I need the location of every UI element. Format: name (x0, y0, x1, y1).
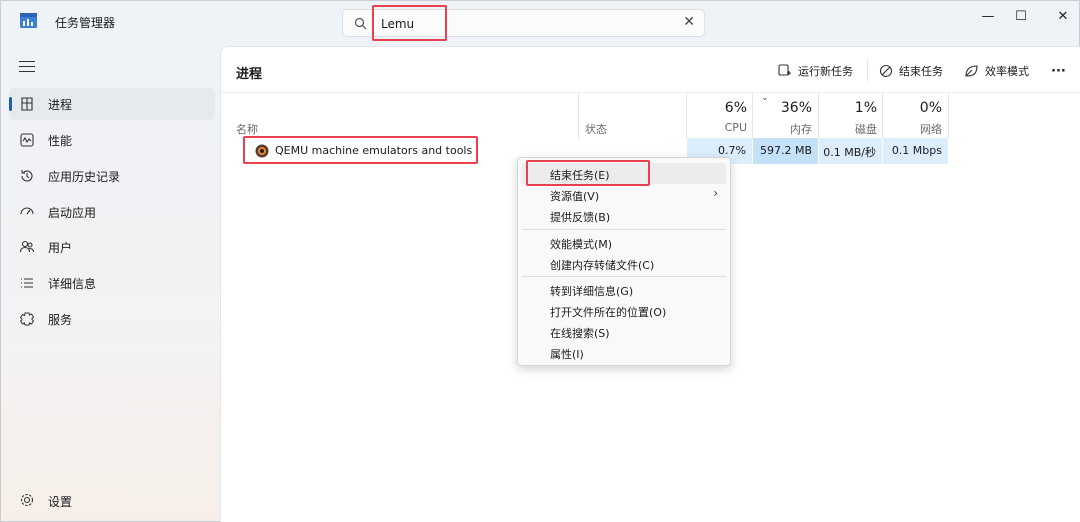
toolbar-divider (867, 59, 868, 81)
end-task-button[interactable]: 结束任务 (879, 61, 943, 81)
details-icon (21, 278, 33, 288)
sidebar-item-label: 用户 (48, 241, 73, 255)
search-input[interactable] (381, 14, 641, 34)
network-cell: 0.1 Mbps (883, 138, 948, 164)
menu-item-open-file-location[interactable]: 打开文件所在的位置(O) (522, 300, 726, 321)
menu-item-search-online[interactable]: 在线搜索(S) (522, 321, 726, 342)
sidebar-item-app-history[interactable]: 应用历史记录 (9, 160, 215, 192)
gear-icon (20, 493, 34, 507)
menu-item-create-dump[interactable]: 创建内存转储文件(C) (522, 253, 726, 274)
process-name: QEMU machine emulators and tools (275, 144, 473, 157)
services-icon (19, 312, 35, 326)
column-header-cpu[interactable]: CPU (687, 121, 747, 134)
cpu-total-percent[interactable]: 6% (687, 100, 747, 116)
sidebar-item-label: 详细信息 (48, 277, 97, 291)
page-title: 进程 (236, 67, 263, 82)
column-divider (578, 93, 579, 138)
context-menu: 结束任务(E) 资源值(V) › 提供反馈(B) 效能模式(M) 创建内存转储文… (517, 157, 731, 366)
hamburger-menu-icon[interactable] (19, 61, 35, 73)
sidebar-item-label: 启动应用 (48, 206, 97, 220)
task-manager-window: 任务管理器 ✕ — ☐ ✕ 进程 性能 应用历 (0, 0, 1080, 522)
startup-icon (20, 207, 34, 215)
menu-divider (522, 229, 726, 230)
submenu-arrow-icon: › (713, 186, 718, 200)
menu-divider (522, 276, 726, 277)
leaf-icon (965, 65, 978, 77)
network-total-percent[interactable]: 0% (883, 100, 942, 116)
menu-item-resource-values[interactable]: 资源值(V) › (522, 184, 726, 205)
sidebar-item-label: 进程 (48, 98, 73, 112)
processes-icon (21, 97, 33, 111)
maximize-button[interactable]: ☐ (998, 1, 1044, 31)
run-new-task-button[interactable]: 运行新任务 (778, 61, 853, 81)
efficiency-mode-button[interactable]: 效率模式 (964, 61, 1029, 81)
search-icon (354, 17, 367, 30)
column-header-disk[interactable]: 磁盘 (819, 121, 877, 137)
history-icon (21, 170, 33, 182)
more-options-button[interactable]: ··· (1051, 61, 1066, 81)
sidebar-item-services[interactable]: 服务 (9, 303, 215, 335)
end-task-icon (879, 64, 893, 78)
run-task-icon (778, 64, 791, 76)
sidebar-item-processes[interactable]: 进程 (9, 88, 215, 120)
settings-label: 设置 (48, 495, 73, 509)
sidebar-item-details[interactable]: 详细信息 (9, 267, 215, 299)
search-box[interactable]: ✕ (342, 9, 705, 37)
close-button[interactable]: ✕ (1040, 1, 1080, 31)
sidebar-item-startup-apps[interactable]: 启动应用 (9, 196, 215, 228)
sidebar-item-performance[interactable]: 性能 (9, 124, 215, 156)
disk-total-percent[interactable]: 1% (819, 100, 877, 116)
header-divider (221, 92, 1080, 93)
menu-item-feedback[interactable]: 提供反馈(B) (522, 205, 726, 226)
performance-icon (20, 133, 34, 147)
sidebar-item-label: 应用历史记录 (48, 170, 121, 184)
sidebar-item-settings[interactable]: 设置 (9, 485, 215, 515)
memory-total-percent[interactable]: 36% (753, 100, 812, 116)
menu-item-go-to-details[interactable]: 转到详细信息(G) (522, 279, 726, 300)
clear-search-icon[interactable]: ✕ (683, 14, 695, 30)
title-bar: 任务管理器 ✕ — ☐ ✕ (1, 1, 1079, 45)
menu-item-end-task[interactable]: 结束任务(E) (522, 163, 726, 184)
sidebar-item-label: 服务 (48, 313, 73, 327)
column-divider (948, 93, 949, 138)
column-header-network[interactable]: 网络 (883, 121, 942, 137)
column-header-memory[interactable]: 内存 (753, 121, 812, 137)
sidebar-item-users[interactable]: 用户 (9, 231, 215, 263)
menu-item-properties[interactable]: 属性(I) (522, 342, 726, 363)
sidebar-item-label: 性能 (48, 134, 73, 148)
disk-cell: 0.1 MB/秒 (819, 138, 882, 164)
users-icon (19, 240, 35, 253)
qemu-app-icon (255, 144, 269, 158)
column-header-status[interactable]: 状态 (585, 121, 607, 137)
app-title: 任务管理器 (55, 16, 116, 30)
menu-item-efficiency-mode[interactable]: 效能模式(M) (522, 232, 726, 253)
memory-cell: 597.2 MB (753, 138, 818, 164)
column-header-name[interactable]: 名称 (236, 121, 258, 137)
task-manager-app-icon (20, 13, 37, 28)
